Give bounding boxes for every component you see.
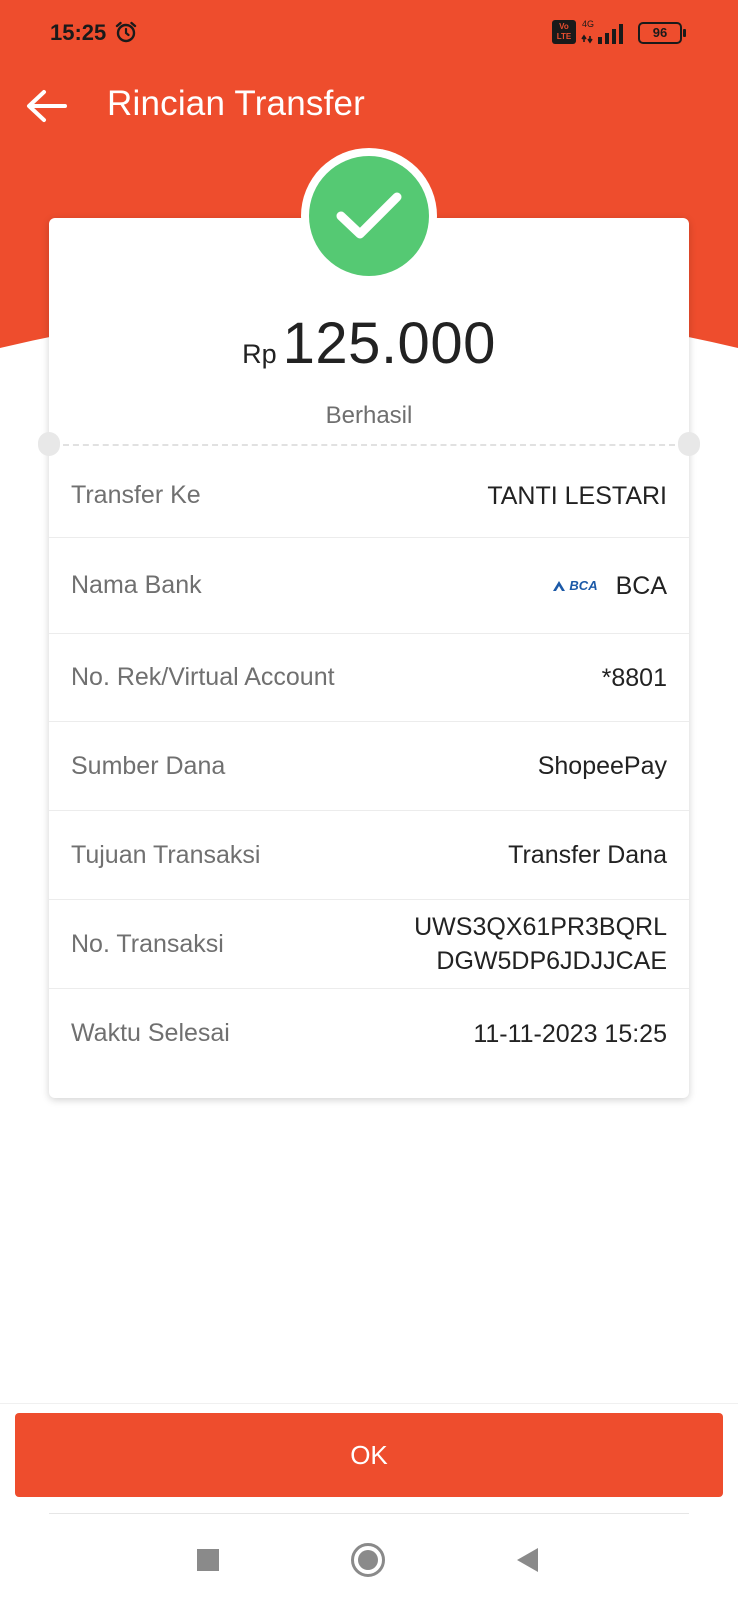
currency-label: Rp [242, 339, 277, 369]
page-title: Rincian Transfer [107, 84, 366, 123]
battery-icon: 96 [638, 22, 686, 44]
recents-button[interactable] [186, 1538, 230, 1582]
checkmark-icon [336, 192, 402, 239]
success-badge [301, 148, 437, 284]
detail-value: UWS3QX61PR3BQRL DGW5DP6JDJJCAE [414, 910, 667, 978]
detail-value: TANTI LESTARI [487, 481, 667, 510]
network-label: 4G [582, 19, 594, 29]
detail-row-completed-time: Waktu Selesai 11-11-2023 15:25 [49, 989, 689, 1078]
volte-icon: Vo LTE [552, 20, 576, 44]
detail-row-purpose: Tujuan Transaksi Transfer Dana [49, 811, 689, 900]
dashed-divider [63, 444, 675, 446]
detail-row-account: No. Rek/Virtual Account *8801 [49, 634, 689, 722]
detail-label: Sumber Dana [71, 751, 226, 780]
detail-value: *8801 [601, 663, 667, 692]
nav-divider [49, 1513, 689, 1514]
detail-value: ShopeePay [537, 752, 667, 780]
detail-label: Nama Bank [71, 571, 202, 599]
detail-value: Transfer Dana [508, 841, 667, 869]
ticket-notch-right [678, 432, 700, 456]
detail-value: BCA BCA [552, 569, 667, 603]
signal-icon: 4G [581, 19, 623, 44]
amount-value: 125.000 [282, 311, 496, 376]
back-button[interactable] [22, 82, 70, 130]
detail-row-recipient: Transfer Ke TANTI LESTARI [49, 454, 689, 538]
detail-label: Waktu Selesai [71, 1019, 230, 1047]
detail-label: No. Transaksi [71, 929, 224, 958]
detail-label: Tujuan Transaksi [71, 840, 261, 869]
navigation-bar [0, 1520, 738, 1600]
ok-button[interactable]: OK [15, 1413, 723, 1497]
bca-logo-icon: BCA [552, 569, 598, 603]
transaction-id-line-1: UWS3QX61PR3BQRL [414, 913, 667, 941]
detail-label: Transfer Ke [71, 481, 201, 509]
detail-row-transaction-id: No. Transaksi UWS3QX61PR3BQRL DGW5DP6JDJ… [49, 900, 689, 989]
transfer-amount: Rp 125.000 [49, 310, 689, 377]
success-circle [309, 156, 429, 276]
detail-row-bank: Nama Bank BCA BCA [49, 538, 689, 634]
detail-row-source: Sumber Dana ShopeePay [49, 722, 689, 811]
footer-divider [0, 1403, 738, 1404]
triangle-back-icon [517, 1548, 538, 1572]
status-bar: 15:25 Vo LTE 4G 96 [0, 0, 738, 66]
circle-icon [351, 1543, 385, 1577]
status-time: 15:25 [50, 20, 107, 45]
alarm-icon [115, 21, 137, 43]
detail-value: 11-11-2023 15:25 [473, 1019, 667, 1048]
bca-logo-text: BCA [569, 577, 598, 593]
arrow-left-icon [27, 90, 67, 122]
detail-label: No. Rek/Virtual Account [71, 663, 335, 691]
home-button[interactable] [346, 1538, 390, 1582]
system-back-button[interactable] [506, 1538, 550, 1582]
details-list: Transfer Ke TANTI LESTARI Nama Bank BCA … [49, 454, 689, 1078]
receipt-card: Rp 125.000 Berhasil Transfer Ke TANTI LES… [38, 148, 700, 1098]
transaction-id-line-2: DGW5DP6JDJJCAE [436, 947, 667, 975]
transfer-status: Berhasil [325, 402, 413, 429]
ticket-notch-left [38, 432, 60, 456]
square-icon [197, 1549, 219, 1571]
bank-name: BCA [615, 571, 667, 600]
